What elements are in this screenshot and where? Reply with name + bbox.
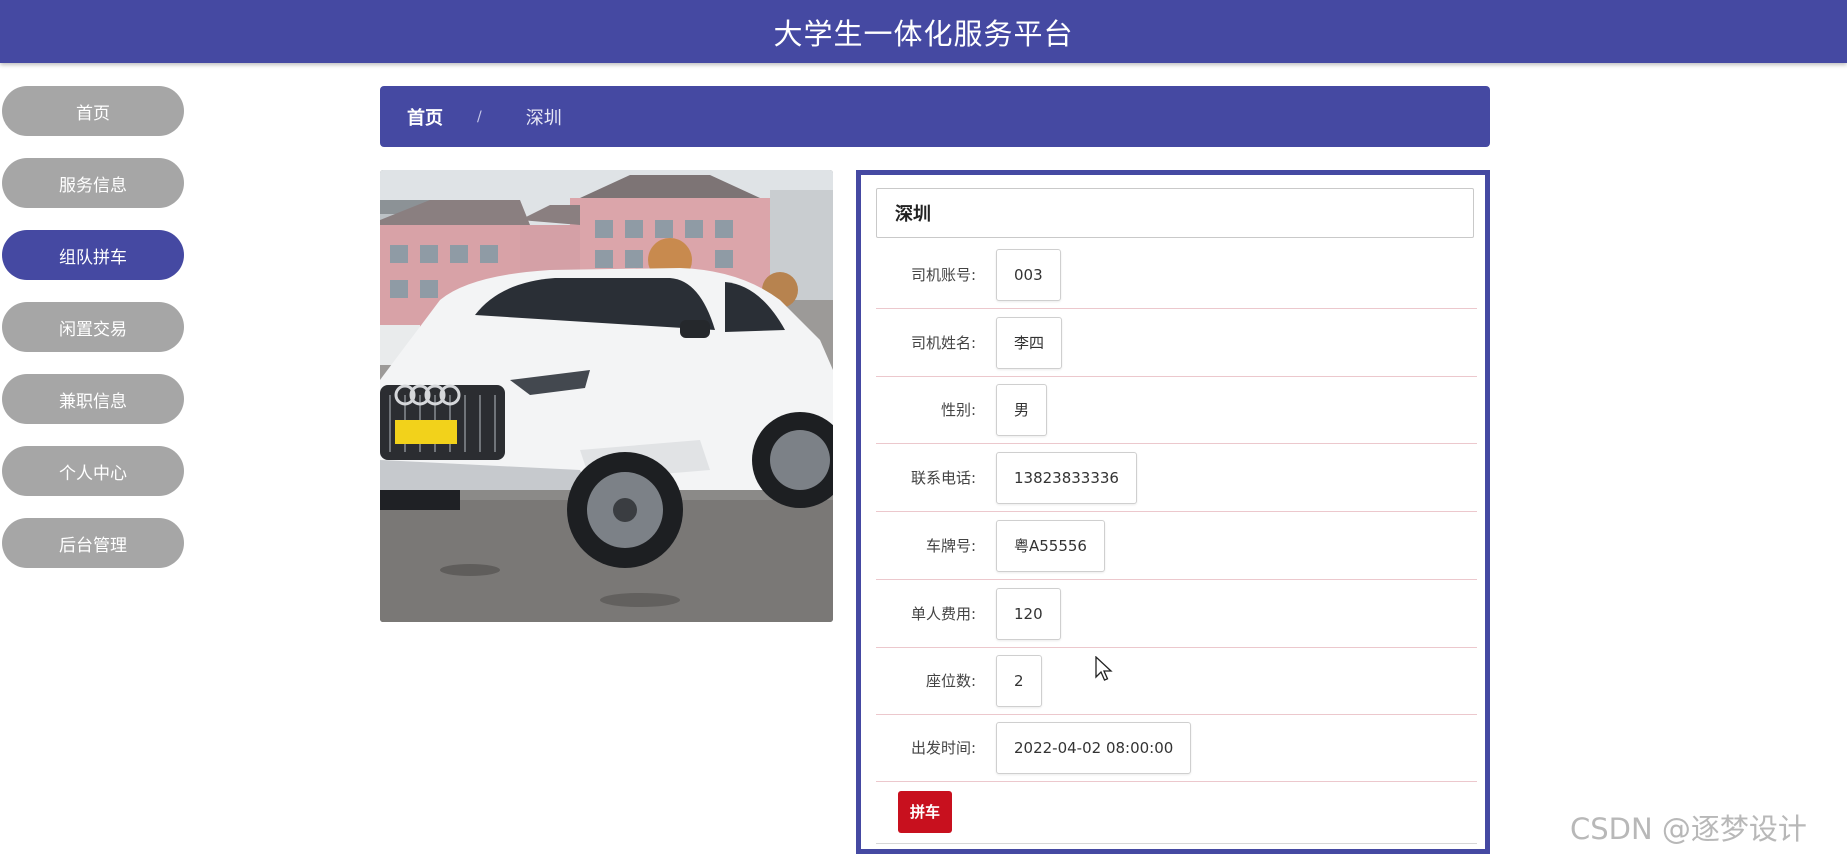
breadcrumb: 首页 / 深圳 (380, 86, 1490, 147)
field-row-plate: 车牌号: 粤A55556 (876, 512, 1477, 580)
csdn-watermark: CSDN @逐梦设计 (1570, 812, 1807, 846)
car-photo (380, 170, 833, 622)
field-value-departure-time: 2022-04-02 08:00:00 (996, 721, 1192, 774)
sidebar-item-carpool[interactable]: 组队拼车 (2, 230, 184, 280)
field-row-fee: 单人费用: 120 (876, 580, 1477, 648)
top-header: 大学生一体化服务平台 (0, 0, 1847, 63)
carpool-detail-panel: 深圳 司机账号: 003 司机姓名: 李四 性别: 男 联系电话: 138238… (856, 170, 1490, 854)
sidebar-nav: 首页 服务信息 组队拼车 闲置交易 兼职信息 个人中心 后台管理 (2, 86, 184, 590)
sidebar-item-admin[interactable]: 后台管理 (2, 518, 184, 568)
field-label: 司机账号: (910, 266, 976, 284)
field-value-fee: 120 (996, 587, 1061, 640)
breadcrumb-separator: / (477, 108, 482, 125)
sidebar-item-service-info[interactable]: 服务信息 (2, 158, 184, 208)
field-row-departure-time: 出发时间: 2022-04-02 08:00:00 (876, 714, 1477, 782)
sidebar-item-profile[interactable]: 个人中心 (2, 446, 184, 496)
field-label: 出发时间: (910, 739, 976, 757)
field-value-plate: 粤A55556 (996, 519, 1105, 572)
breadcrumb-home-link[interactable]: 首页 (407, 104, 443, 130)
field-value-gender: 男 (996, 383, 1048, 436)
field-label: 性别: (940, 401, 976, 419)
field-row-seats: 座位数: 2 (876, 647, 1477, 715)
mouse-pointer-icon (1095, 656, 1113, 681)
field-row-phone: 联系电话: 13823833336 (876, 444, 1477, 512)
sidebar-item-parttime[interactable]: 兼职信息 (2, 374, 184, 424)
carpool-button[interactable]: 拼车 (898, 790, 953, 833)
field-row-driver-account: 司机账号: 003 (876, 241, 1477, 309)
field-value-phone: 13823833336 (996, 451, 1137, 504)
field-label: 司机姓名: (910, 334, 976, 352)
field-value-driver-name: 李四 (996, 316, 1063, 369)
sidebar-item-home[interactable]: 首页 (2, 86, 184, 136)
sidebar-item-secondhand[interactable]: 闲置交易 (2, 302, 184, 352)
breadcrumb-current: 深圳 (525, 107, 562, 129)
car-image (380, 170, 833, 622)
route-title: 深圳 (876, 188, 1474, 238)
field-label: 联系电话: (910, 469, 976, 487)
field-value-driver-account: 003 (996, 248, 1061, 301)
field-value-seats: 2 (996, 654, 1042, 707)
field-label: 座位数: (925, 672, 976, 690)
field-label: 车牌号: (925, 537, 976, 555)
field-row-gender: 性别: 男 (876, 376, 1477, 444)
action-row: 拼车 (876, 780, 1477, 844)
site-title: 大学生一体化服务平台 (773, 16, 1074, 51)
field-label: 单人费用: (910, 605, 976, 623)
field-row-driver-name: 司机姓名: 李四 (876, 309, 1477, 377)
